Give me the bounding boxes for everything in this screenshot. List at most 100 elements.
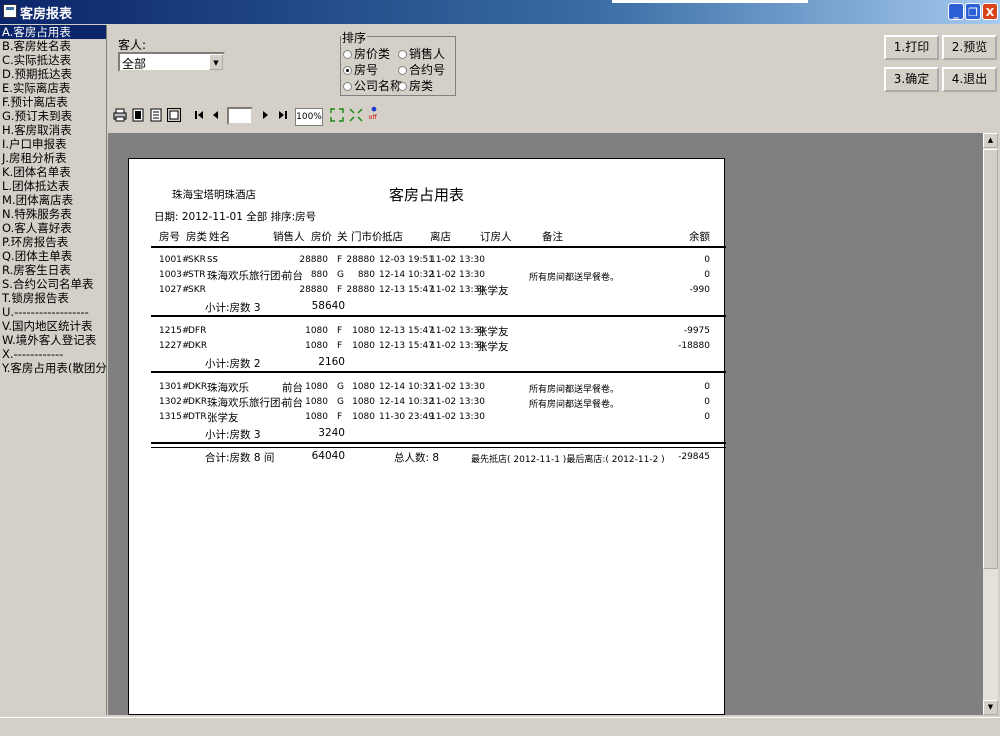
cell-type: DKR (188, 382, 208, 392)
sort-option-room-rate-type[interactable]: 房价类 (343, 45, 390, 62)
guest-select[interactable]: 全部 ▼ (118, 52, 225, 72)
last-page-icon[interactable] (276, 108, 290, 122)
cell-arrival: 12-13 15:47 (379, 285, 434, 295)
list-item[interactable]: H.客房取消表 (0, 123, 106, 137)
close-icon[interactable]: X (982, 3, 998, 20)
list-item[interactable]: F.预计离店表 (0, 95, 106, 109)
restore-icon[interactable]: ❐ (965, 3, 981, 20)
previous-page-icon[interactable] (209, 108, 223, 122)
list-item[interactable]: M.团体离店表 (0, 193, 106, 207)
first-page-icon[interactable] (192, 108, 206, 122)
cell-type: STR (188, 270, 206, 280)
cell-arrival: 12-14 10:32 (379, 397, 434, 407)
cell-flag: F (337, 341, 343, 351)
title-bar: 客房报表 _ ❐ X (0, 0, 1000, 24)
list-item[interactable]: P.环房报告表 (0, 235, 106, 249)
confirm-button[interactable]: 3.确定 (884, 67, 939, 92)
cell-room: 1227# (159, 341, 190, 351)
cell-name: 珠海欢乐旅行团- (207, 397, 285, 409)
list-item[interactable]: Q.团体主单表 (0, 249, 106, 263)
list-item[interactable]: J.房租分析表 (0, 151, 106, 165)
minimize-icon[interactable]: _ (948, 3, 964, 20)
list-item[interactable]: D.预期抵达表 (0, 67, 106, 81)
sort-option-room-type[interactable]: 房类 (398, 77, 433, 94)
printer-icon[interactable] (113, 108, 127, 122)
list-item[interactable]: E.实际离店表 (0, 81, 106, 95)
list-item[interactable]: T.锁房报告表 (0, 291, 106, 305)
cell-departure: 11-02 13:30 (430, 255, 485, 265)
page-width-icon[interactable] (149, 108, 163, 122)
cell-room: 1315# (159, 412, 190, 422)
list-item[interactable]: I.户口申报表 (0, 137, 106, 151)
list-item[interactable]: K.团体名单表 (0, 165, 106, 179)
next-page-icon[interactable] (258, 108, 272, 122)
list-item[interactable]: C.实际抵达表 (0, 53, 106, 67)
total-sum: 64040 (311, 450, 345, 462)
cell-rack: 28880 (346, 285, 375, 295)
cell-price: 1080 (305, 412, 328, 422)
list-item[interactable]: B.客房姓名表 (0, 39, 106, 53)
guest-label: 客人: (118, 38, 147, 52)
cell-arrival: 12-13 15:47 (379, 341, 434, 351)
scroll-down-icon[interactable]: ▼ (983, 700, 998, 715)
column-header: 房类 (186, 231, 207, 243)
list-item[interactable]: Y.客房占用表(散团分开 (0, 361, 106, 375)
list-item[interactable]: A.客房占用表 (0, 25, 106, 39)
list-item[interactable]: G.预订未到表 (0, 109, 106, 123)
cell-balance: -18880 (678, 341, 710, 351)
report-list[interactable]: A.客房占用表 B.客房姓名表 C.实际抵达表 D.预期抵达表 E.实际离店表 F.预计离… (0, 25, 107, 715)
cell-balance: 0 (704, 270, 710, 280)
cell-balance: -9975 (683, 326, 710, 336)
cell-arrival: 12-14 10:32 (379, 382, 434, 392)
scroll-thumb[interactable] (983, 149, 998, 569)
print-button[interactable]: 1.打印 (884, 35, 939, 60)
exit-button[interactable]: 4.退出 (942, 67, 997, 92)
sort-option-company-name[interactable]: 公司名称 (343, 77, 402, 94)
cell-name: ss (207, 253, 218, 265)
list-item[interactable]: O.客人喜好表 (0, 221, 106, 235)
list-item[interactable]: V.国内地区统计表 (0, 319, 106, 333)
total-range: 最先抵店( 2012-11-1 )最后离店:( 2012-11-2 ) (471, 455, 665, 465)
total-label: 合计:房数 8 间 (205, 452, 275, 464)
sort-legend: 排序 (341, 29, 368, 46)
scroll-up-icon[interactable]: ▲ (983, 133, 998, 148)
cell-type: DKR (188, 341, 208, 351)
column-header: 关 (337, 231, 348, 243)
sort-option-room-no[interactable]: 房号 (343, 61, 378, 78)
sort-option-contract-no[interactable]: 合约号 (398, 61, 445, 78)
column-header: 订房人 (480, 231, 512, 243)
cell-room: 1302# (159, 397, 190, 407)
group-tree-icon[interactable] (167, 108, 181, 122)
vertical-scrollbar[interactable]: ▲ ▼ (983, 133, 998, 715)
sort-option-salesperson[interactable]: 销售人 (398, 45, 445, 62)
page-number-input[interactable] (227, 107, 253, 125)
subtotal-sum: 3240 (318, 427, 345, 439)
cell-price: 28880 (299, 255, 328, 265)
list-item[interactable]: L.团体抵达表 (0, 179, 106, 193)
list-item[interactable]: S.合约公司名单表 (0, 277, 106, 291)
collapse-icon[interactable] (349, 108, 363, 122)
toggle-off-icon[interactable]: off (367, 106, 381, 120)
report-title: 客房占用表 (389, 186, 465, 204)
list-item[interactable]: R.房客生日表 (0, 263, 106, 277)
cell-note: 所有房间都送早餐卷。 (529, 400, 620, 410)
radio-dot (398, 50, 407, 59)
cell-room: 1301# (159, 382, 190, 392)
list-item[interactable]: U.------------------ (0, 305, 106, 319)
cell-rack: 1080 (352, 326, 375, 336)
preview-button[interactable]: 2.预览 (942, 35, 997, 60)
list-item[interactable]: N.特殊服务表 (0, 207, 106, 221)
chevron-down-icon[interactable]: ▼ (209, 54, 223, 70)
zoom-select[interactable]: 100% (295, 108, 323, 126)
single-page-icon[interactable] (131, 108, 145, 122)
expand-icon[interactable] (330, 108, 344, 122)
cell-price: 28880 (299, 285, 328, 295)
column-header: 姓名 (209, 231, 230, 243)
report-viewer[interactable]: 珠海宝塔明珠酒店 客房占用表 日期: 2012-11-01 全部 排序:房号 房号 房类… (108, 133, 983, 715)
list-item[interactable]: X.------------ (0, 347, 106, 361)
cell-booker: 张学友 (477, 326, 509, 338)
list-item[interactable]: W.境外客人登记表 (0, 333, 106, 347)
cell-name: 张学友 (207, 412, 239, 424)
column-header: 房号 (159, 231, 180, 243)
radio-dot (398, 82, 407, 91)
